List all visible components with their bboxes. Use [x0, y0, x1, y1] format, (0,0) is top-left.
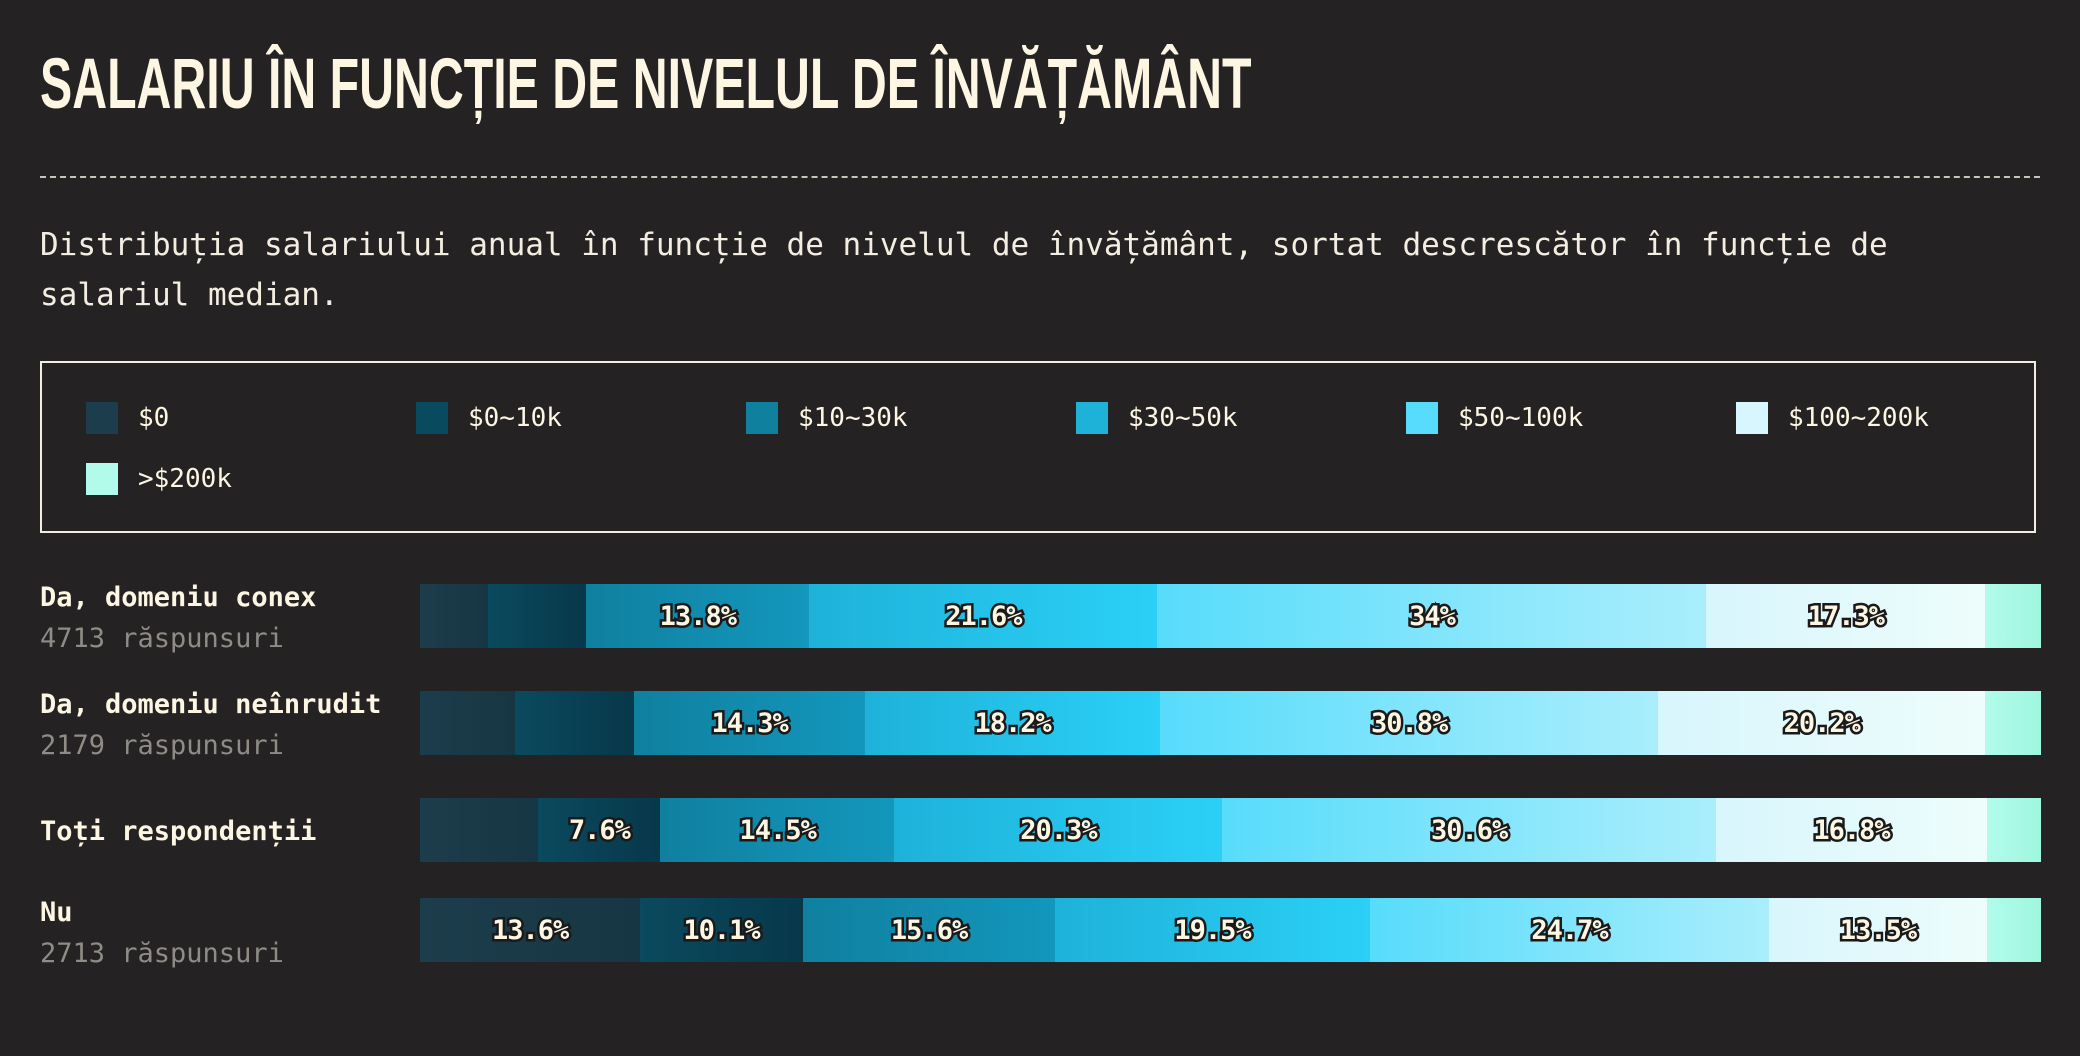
bar-segment: 18.2% [865, 691, 1161, 755]
legend-item: $100~200k [1736, 401, 1929, 435]
bar-segment: 13.8% [586, 584, 810, 648]
row-name: Da, domeniu neînrudit [40, 689, 382, 720]
legend-swatch [416, 402, 448, 434]
bar-segment [420, 798, 539, 862]
bar-segment: 24.7% [1369, 898, 1770, 962]
legend-item: $50~100k [1406, 401, 1583, 435]
legend-item: $0 [86, 401, 169, 435]
legend-swatch [1406, 402, 1438, 434]
bar-value-label: 20.3% [1018, 812, 1100, 848]
row-label: Toți respondenții [40, 812, 410, 852]
bar-segment: 10.1% [639, 898, 804, 962]
bar-segment: 7.6% [537, 798, 661, 862]
bar-segment: 20.2% [1658, 691, 1986, 755]
bar-value-label: 17.3% [1805, 598, 1887, 634]
row-label: Da, domeniu neînrudit 2179 răspunsuri [40, 685, 410, 767]
bar-value-label: 20.2% [1781, 705, 1863, 741]
bar-segment [515, 691, 635, 755]
legend-label: $0~10k [468, 403, 562, 433]
legend-item: $30~50k [1076, 401, 1238, 435]
chart-subtitle: Distribuția salariului anual în funcție … [40, 227, 1888, 313]
bar-segment: 16.8% [1715, 798, 1988, 862]
legend-item: >$200k [86, 462, 232, 496]
bar-segment [1986, 798, 2041, 862]
bar-value-label: 19.5% [1172, 912, 1254, 948]
bar-segment: 21.6% [808, 584, 1158, 648]
legend-item: $10~30k [746, 401, 908, 435]
bar-value-label: 14.5% [737, 812, 819, 848]
bar-segment: 17.3% [1705, 584, 1986, 648]
bar-segment [1984, 691, 2041, 755]
legend-label: $30~50k [1128, 403, 1238, 433]
title-divider [40, 176, 2040, 178]
bar-segment [420, 691, 517, 755]
bar-value-label: 15.6% [888, 912, 970, 948]
bar-value-label: 10.1% [681, 912, 763, 948]
bar-value-label: 16.8% [1811, 812, 1893, 848]
legend-label: >$200k [138, 464, 232, 494]
bar-segment: 14.5% [660, 798, 895, 862]
bar-segment: 14.3% [633, 691, 866, 755]
row-label: Da, domeniu conex 4713 răspunsuri [40, 578, 410, 660]
stacked-bar: 13.6% 10.1% 15.6% 19.5% 24.7% 13.5% [420, 898, 2041, 962]
bar-value-label: 14.3% [709, 705, 791, 741]
bar-value-label: 7.6% [566, 812, 633, 848]
bar-value-label: 18.2% [972, 705, 1054, 741]
stacked-bar: 7.6% 14.5% 20.3% 30.6% 16.8% [420, 798, 2041, 862]
row-response-count: 2179 răspunsuri [40, 730, 284, 761]
bar-segment [1985, 584, 2041, 648]
legend-label: $0 [138, 403, 170, 433]
bar-segment: 34% [1157, 584, 1707, 648]
legend-item: $0~10k [416, 401, 562, 435]
bar-value-label: 13.6% [489, 912, 571, 948]
bar-segment: 20.3% [894, 798, 1223, 862]
row-name: Da, domeniu conex [40, 582, 317, 613]
stacked-bar: 14.3% 18.2% 30.8% 20.2% [420, 691, 2041, 755]
bar-value-label: 30.8% [1368, 705, 1450, 741]
row-response-count: 4713 răspunsuri [40, 623, 284, 654]
bar-segment [420, 584, 489, 648]
chart-title: SALARIU ÎN FUNCȚIE DE NIVELUL DE ÎNVĂȚĂM… [40, 45, 1252, 124]
legend-swatch [86, 463, 118, 495]
bar-value-label: 13.8% [657, 598, 739, 634]
legend-swatch [1736, 402, 1768, 434]
row-response-count: 2713 răspunsuri [40, 938, 284, 969]
stacked-bar: 13.8% 21.6% 34% 17.3% [420, 584, 2041, 648]
bar-segment [1986, 898, 2041, 962]
legend-label: $10~30k [798, 403, 908, 433]
bar-value-label: 34% [1407, 598, 1459, 634]
bar-segment: 15.6% [802, 898, 1056, 962]
bar-segment: 13.5% [1768, 898, 1988, 962]
legend: $0 $0~10k $10~30k $30~50k $50~100k $100~200k >… [40, 361, 2036, 533]
bar-value-label: 24.7% [1529, 912, 1611, 948]
row-name: Toți respondenții [40, 816, 317, 847]
legend-swatch [86, 402, 118, 434]
bar-value-label: 13.5% [1837, 912, 1919, 948]
legend-label: $100~200k [1788, 403, 1929, 433]
bar-segment: 30.6% [1221, 798, 1717, 862]
legend-swatch [1076, 402, 1108, 434]
legend-label: $50~100k [1458, 403, 1584, 433]
bar-value-label: 30.6% [1428, 812, 1510, 848]
bar-segment: 13.6% [420, 898, 641, 962]
bar-segment [487, 584, 587, 648]
row-label: Nu 2713 răspunsuri [40, 893, 410, 975]
bar-segment: 30.8% [1159, 691, 1659, 755]
bar-value-label: 21.6% [943, 598, 1025, 634]
bar-segment: 19.5% [1054, 898, 1371, 962]
legend-swatch [746, 402, 778, 434]
row-name: Nu [40, 897, 73, 928]
